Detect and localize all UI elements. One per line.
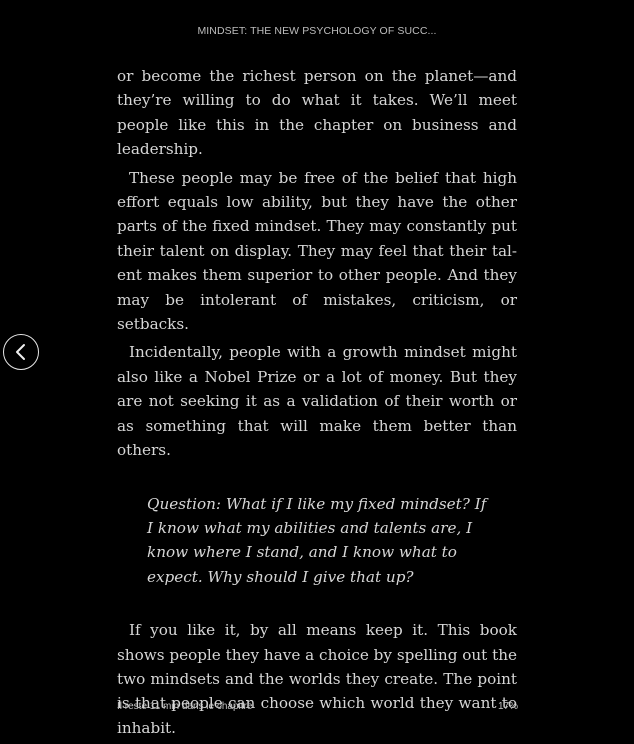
previous-page-button[interactable] <box>3 334 39 370</box>
chevron-left-icon <box>13 343 29 361</box>
question-block: Question: What if I like my fixed mindse… <box>147 494 487 586</box>
paragraph: These people may be free of the belief t… <box>117 168 517 334</box>
paragraph: Incidentally, people with a growth minds… <box>117 343 517 460</box>
book-title: MINDSET: THE NEW PSYCHOLOGY OF SUCC... <box>197 25 437 37</box>
chapter-time-remaining: Il reste 11 min dans le chapitre <box>117 701 253 712</box>
paragraph: If you like it, by all means keep it. Th… <box>117 621 517 737</box>
page-text: or become the richest person on the plan… <box>117 64 517 744</box>
paragraph: or become the richest person on the plan… <box>117 67 517 159</box>
reading-progress: 17% <box>497 701 518 712</box>
